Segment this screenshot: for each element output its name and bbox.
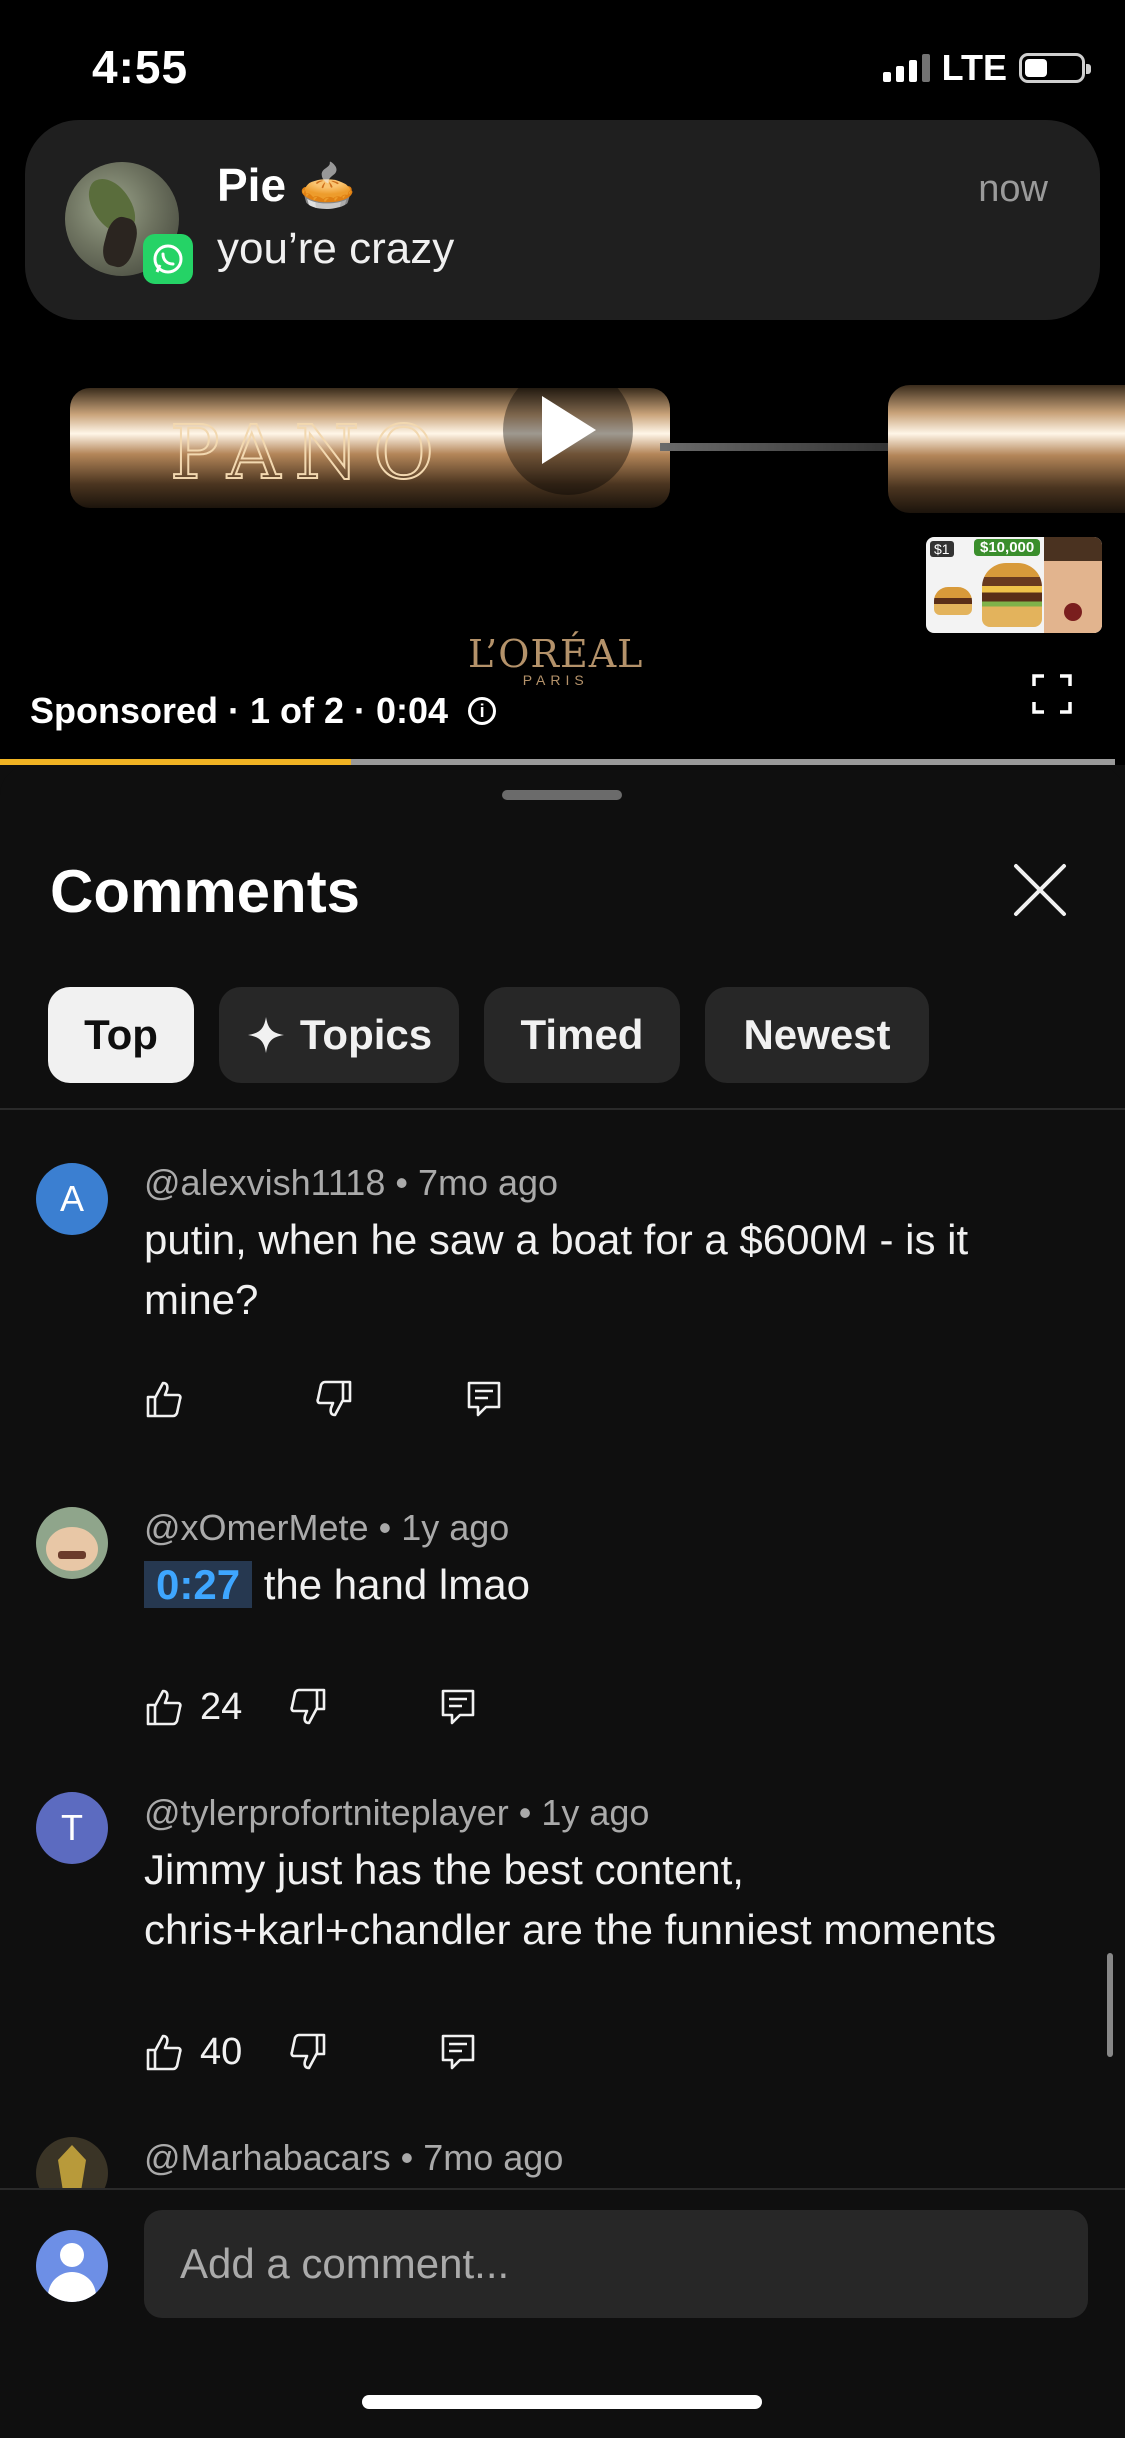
like-count: 40	[200, 2030, 243, 2073]
panel-title: Comments	[50, 858, 361, 925]
sponsored-text: Sponsored · 1 of 2 · 0:04	[30, 690, 449, 731]
thumbs-down-icon	[316, 1380, 352, 1417]
comment-avatar[interactable]: T	[36, 1792, 108, 1864]
notification-title: Pie 🥧	[217, 159, 357, 211]
sponsored-label: Sponsored · 1 of 2 · 0:04 i	[30, 690, 497, 732]
tab-top[interactable]: Top	[48, 987, 194, 1083]
fullscreen-icon[interactable]	[1032, 674, 1072, 714]
user-avatar[interactable]	[36, 2230, 108, 2302]
notification-message: you’re crazy	[217, 224, 455, 273]
comment-actions: 40	[144, 2028, 478, 2076]
status-indicators: LTE	[882, 47, 1091, 88]
comment-text: 0:27 the hand lmao	[144, 1555, 1064, 1615]
comment-avatar[interactable]	[36, 1507, 108, 1579]
thumbs-up-icon	[146, 1381, 182, 1418]
play-button[interactable]	[503, 365, 633, 495]
timestamp-link[interactable]: 0:27	[144, 1561, 253, 1608]
tab-timed[interactable]: Timed	[484, 987, 680, 1083]
pie-emoji-icon: 🥧	[298, 159, 357, 211]
close-icon[interactable]	[1010, 860, 1070, 920]
comment-actions: 24	[144, 1683, 478, 1731]
comment-text: Jimmy just has the best content, chris+k…	[144, 1846, 997, 1953]
thumbs-down-icon	[290, 2033, 326, 2070]
like-count: 24	[200, 1685, 243, 1728]
signal-icon	[882, 54, 930, 82]
like-button[interactable]	[144, 1379, 184, 1419]
drag-handle[interactable]	[502, 790, 622, 800]
play-icon	[542, 396, 596, 464]
reply-icon	[441, 2034, 475, 2070]
network-label: LTE	[941, 47, 1007, 88]
info-icon[interactable]: i	[468, 697, 497, 725]
next-video-thumbnail[interactable]: $1 $10,000	[926, 537, 1102, 633]
reply-icon	[441, 1689, 475, 1725]
comment-actions	[144, 1375, 504, 1423]
reply-button[interactable]	[438, 2032, 478, 2072]
sparkle-icon	[247, 1017, 284, 1053]
like-button[interactable]: 24	[144, 1686, 242, 1729]
notification-time: now	[978, 168, 1048, 210]
comment-text: putin, when he saw a boat for a $600M - …	[144, 1216, 969, 1323]
reply-button[interactable]	[464, 1379, 504, 1419]
like-button[interactable]: 40	[144, 2031, 242, 2074]
thumbnail-price-small: $1	[930, 541, 954, 557]
reply-button[interactable]	[438, 1687, 478, 1727]
comment-meta[interactable]: @xOmerMete • 1y ago	[144, 1507, 509, 1549]
reply-icon	[467, 1381, 501, 1417]
status-time: 4:55	[92, 41, 189, 93]
battery-icon	[1019, 53, 1091, 83]
video-player[interactable]: 4:55 LTE PANO $1 $10,000 L’ORÉAL PARIS S…	[0, 0, 1125, 765]
thumbs-up-icon	[146, 2034, 182, 2071]
comment-meta[interactable]: @Marhabacars • 7mo ago	[144, 2137, 563, 2179]
add-comment-input[interactable]: Add a comment...	[144, 2210, 1088, 2318]
dislike-button[interactable]	[288, 1687, 328, 1727]
divider	[0, 1108, 1125, 1110]
dislike-button[interactable]	[314, 1379, 354, 1419]
whatsapp-icon	[143, 234, 193, 284]
thumbnail-price-large: $10,000	[974, 539, 1041, 556]
thumbs-up-icon	[146, 1689, 182, 1726]
brand-logo: L’ORÉAL PARIS	[468, 632, 644, 688]
comment-avatar[interactable]: A	[36, 1163, 108, 1235]
notification-banner[interactable]: Pie 🥧 you’re crazy now	[25, 120, 1100, 320]
comment-meta[interactable]: @alexvish1118 • 7mo ago	[144, 1162, 558, 1204]
comments-sheet: Comments Top Topics Timed Newest A @alex…	[0, 765, 1125, 2438]
tab-topics[interactable]: Topics	[219, 987, 459, 1083]
dislike-button[interactable]	[288, 2032, 328, 2072]
scrollbar[interactable]	[1107, 1953, 1113, 2057]
comment-meta[interactable]: @tylerprofortniteplayer • 1y ago	[144, 1792, 649, 1834]
tab-newest[interactable]: Newest	[705, 987, 929, 1083]
mascara-wand-image	[660, 443, 890, 451]
home-indicator[interactable]	[362, 2395, 762, 2409]
thumbs-down-icon	[290, 1688, 326, 1725]
mascara-cap-image	[888, 385, 1125, 513]
